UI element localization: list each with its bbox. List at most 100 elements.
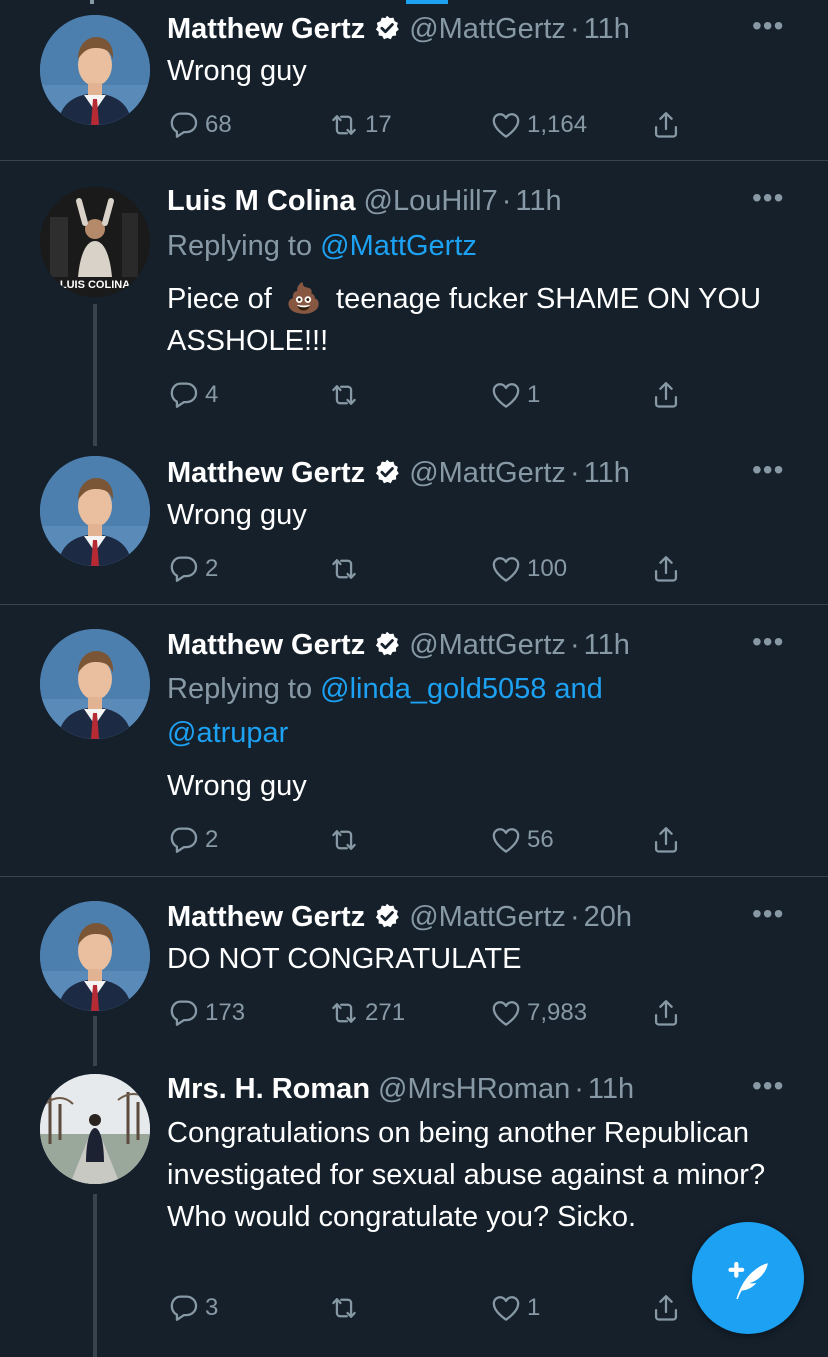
timestamp[interactable]: 11h (584, 629, 630, 661)
reply-count: 68 (205, 111, 232, 138)
author-name[interactable]: Matthew Gertz (167, 13, 365, 45)
avatar[interactable] (40, 1074, 150, 1184)
share-icon (649, 1291, 683, 1325)
share-button[interactable] (649, 105, 683, 145)
heart-icon (489, 108, 523, 142)
like-button[interactable]: 1 (489, 375, 540, 415)
retweet-icon (327, 108, 361, 142)
more-options-button[interactable]: ••• (752, 6, 784, 46)
retweet-icon (327, 1291, 361, 1325)
heart-icon (489, 1291, 523, 1325)
share-button[interactable] (649, 993, 683, 1033)
reply-count: 2 (205, 555, 219, 582)
retweet-icon (327, 378, 361, 412)
share-icon (649, 996, 683, 1030)
reply-count: 3 (205, 1294, 219, 1321)
author-handle[interactable]: @MrsHRoman (378, 1073, 570, 1105)
reply-button[interactable]: 68 (167, 105, 232, 145)
retweet-button[interactable] (327, 375, 365, 415)
tweet-text: DO NOT CONGRATULATE (167, 943, 522, 975)
more-options-button[interactable]: ••• (752, 622, 784, 662)
verified-badge-icon (373, 902, 401, 930)
mention-link[interactable]: @MattGertz (320, 230, 477, 262)
timestamp[interactable]: 11h (584, 457, 630, 489)
author-name[interactable]: Luis M Colina (167, 185, 356, 217)
author-name[interactable]: Matthew Gertz (167, 901, 365, 933)
author-handle[interactable]: @LouHill7 (364, 185, 498, 217)
share-button[interactable] (649, 549, 683, 589)
author-handle[interactable]: @MattGertz (409, 901, 566, 933)
tweet-actions: 3 1 (167, 1288, 727, 1328)
tweet-actions: 2 56 (167, 820, 727, 860)
retweet-count: 17 (365, 111, 392, 138)
retweet-button[interactable] (327, 1288, 365, 1328)
tweet-actions: 68 17 1,164 (167, 105, 727, 145)
timestamp[interactable]: 11h (515, 185, 561, 217)
share-button[interactable] (649, 820, 683, 860)
retweet-icon (327, 552, 361, 586)
timestamp[interactable]: 11h (588, 1073, 634, 1105)
like-button[interactable]: 1 (489, 1288, 540, 1328)
tweet-header: Luis M Colina @LouHill7 · 11h (167, 185, 562, 217)
more-options-button[interactable]: ••• (752, 450, 784, 490)
retweet-icon (327, 996, 361, 1030)
reply-button[interactable]: 3 (167, 1288, 218, 1328)
retweet-button[interactable]: 17 (327, 105, 392, 145)
reply-button[interactable]: 2 (167, 820, 218, 860)
author-name[interactable]: Mrs. H. Roman (167, 1073, 370, 1105)
reply-icon (167, 823, 201, 857)
like-button[interactable]: 56 (489, 820, 554, 860)
reply-count: 4 (205, 381, 219, 408)
share-button[interactable] (649, 375, 683, 415)
like-count: 56 (527, 826, 554, 853)
tweet-actions: 173 271 7,983 (167, 993, 727, 1033)
like-button[interactable]: 100 (489, 549, 567, 589)
avatar[interactable] (40, 629, 150, 739)
more-options-button[interactable]: ••• (752, 894, 784, 934)
timestamp[interactable]: 11h (584, 13, 630, 45)
author-handle[interactable]: @MattGertz (409, 629, 566, 661)
share-icon (649, 378, 683, 412)
more-options-button[interactable]: ••• (752, 1066, 784, 1106)
reply-icon (167, 1291, 201, 1325)
avatar-caption: LUIS COLINA (60, 279, 130, 291)
like-button[interactable]: 1,164 (489, 105, 587, 145)
retweet-button[interactable] (327, 549, 365, 589)
reply-button[interactable]: 2 (167, 549, 218, 589)
share-icon (649, 552, 683, 586)
tweet-text: Wrong guy (167, 55, 307, 87)
retweet-button[interactable] (327, 820, 365, 860)
compose-tweet-button[interactable] (692, 1222, 804, 1334)
poop-emoji: 💩 (285, 283, 322, 315)
replying-to: Replying to @linda_gold5058 and @atrupar (167, 673, 603, 749)
tweet-header: Matthew Gertz @MattGertz · 20h (167, 901, 632, 933)
replying-to: Replying to @MattGertz (167, 230, 477, 262)
author-handle[interactable]: @MattGertz (409, 13, 566, 45)
verified-badge-icon (373, 14, 401, 42)
thread-line (93, 304, 97, 446)
tweet-header: Matthew Gertz @MattGertz · 11h (167, 13, 630, 45)
top-accent-bar (406, 0, 448, 4)
like-button[interactable]: 7,983 (489, 993, 587, 1033)
avatar[interactable] (40, 15, 150, 125)
tweet-text: Wrong guy (167, 770, 307, 802)
share-button[interactable] (649, 1288, 683, 1328)
author-handle[interactable]: @MattGertz (409, 457, 566, 489)
retweet-button[interactable]: 271 (327, 993, 405, 1033)
reply-button[interactable]: 4 (167, 375, 218, 415)
avatar[interactable]: LUIS COLINA (40, 187, 150, 297)
avatar[interactable] (40, 456, 150, 566)
reply-button[interactable]: 173 (167, 993, 245, 1033)
tweet-text: Wrong guy (167, 499, 307, 531)
thread-line (93, 1016, 97, 1066)
divider (0, 604, 828, 605)
avatar[interactable] (40, 901, 150, 1011)
share-icon (649, 108, 683, 142)
more-options-button[interactable]: ••• (752, 178, 784, 218)
like-count: 1,164 (527, 111, 588, 138)
author-name[interactable]: Matthew Gertz (167, 629, 365, 661)
author-name[interactable]: Matthew Gertz (167, 457, 365, 489)
divider (0, 876, 828, 877)
tweet-text: Congratulations on being another Republi… (167, 1117, 766, 1233)
timestamp[interactable]: 20h (584, 901, 632, 933)
